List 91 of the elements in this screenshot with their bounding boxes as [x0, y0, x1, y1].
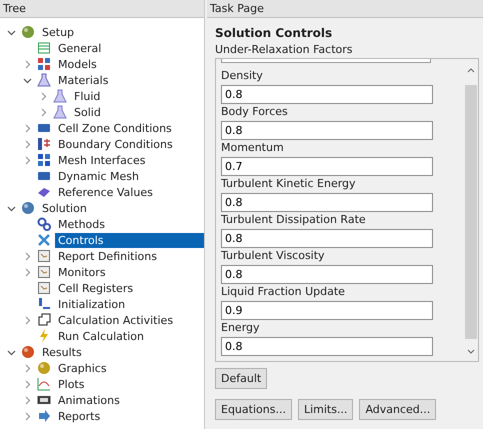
tree-item[interactable]: Solution [39, 200, 90, 216]
arrow-icon [37, 409, 51, 423]
tree-item[interactable]: Materials [55, 72, 112, 88]
collapsed-chevron-icon[interactable] [22, 156, 32, 164]
collapsed-chevron-icon[interactable] [22, 412, 32, 420]
tree-item[interactable]: Cell Registers [55, 280, 136, 296]
panel-header: Task Page [207, 0, 483, 18]
doc-icon [37, 281, 51, 295]
bolt-icon [37, 329, 51, 343]
tree-item[interactable]: Initialization [55, 296, 128, 312]
collapsed-chevron-icon[interactable] [22, 268, 32, 276]
grid-icon [37, 153, 51, 167]
tree-item[interactable]: Dynamic Mesh [55, 168, 142, 184]
tree-item[interactable]: Animations [55, 392, 123, 408]
field-label: Turbulent Dissipation Rate [221, 212, 367, 228]
collapsed-chevron-icon[interactable] [22, 60, 32, 68]
tree-item[interactable]: Boundary Conditions [55, 136, 176, 152]
collapsed-chevron-icon[interactable] [22, 140, 32, 148]
tree-item[interactable]: Graphics [55, 360, 110, 376]
field-label: Turbulent Kinetic Energy [221, 176, 357, 192]
tree-item[interactable]: General [55, 40, 104, 56]
field-label: Momentum [221, 140, 285, 156]
input-field[interactable]: 0.8 [221, 193, 433, 212]
globe-icon [21, 345, 35, 359]
input-field[interactable]: 0.8 [221, 265, 433, 284]
collapsed-chevron-icon[interactable] [38, 92, 48, 100]
expanded-chevron-icon[interactable] [6, 204, 16, 212]
list-icon [37, 41, 51, 55]
field-label: Density [221, 68, 264, 84]
tree-item[interactable]: Reports [55, 408, 104, 424]
doc-icon [37, 265, 51, 279]
tree-item[interactable]: Mesh Interfaces [55, 152, 148, 168]
field-label: Liquid Fraction Update [221, 284, 346, 300]
expanded-chevron-icon[interactable] [22, 76, 32, 84]
dialog-button[interactable]: Advanced... [359, 399, 436, 420]
curve-icon [37, 377, 51, 391]
tree-item[interactable]: Setup [39, 24, 78, 40]
frame-icon [37, 313, 51, 327]
collapsed-chevron-icon[interactable] [22, 396, 32, 404]
dialog-button[interactable]: Equations... [215, 399, 292, 420]
group-label: Under-Relaxation Factors [215, 43, 352, 56]
field-label: Body Forces [221, 104, 289, 120]
scroll-down-icon[interactable] [467, 349, 475, 355]
expanded-chevron-icon[interactable] [6, 28, 16, 36]
flask-icon [37, 73, 51, 87]
tree-item[interactable]: Controls [55, 232, 204, 248]
gears-icon [37, 217, 51, 231]
panel-header: Tree [0, 0, 204, 18]
expanded-chevron-icon[interactable] [6, 348, 16, 356]
tree-item[interactable]: Plots [55, 376, 88, 392]
input-field[interactable]: 0.8 [221, 121, 433, 140]
tree-item[interactable]: Run Calculation [55, 328, 147, 344]
input-field[interactable]: 0.8 [221, 337, 433, 356]
flask-icon [53, 89, 67, 103]
scroll-up-icon[interactable] [467, 67, 475, 73]
flask-icon [53, 105, 67, 119]
collapsed-chevron-icon[interactable] [38, 108, 48, 116]
tree-item[interactable]: Fluid [71, 88, 104, 104]
page-heading: Solution Controls [215, 26, 332, 40]
globe-icon [21, 201, 35, 215]
circle-icon [37, 361, 51, 375]
collapsed-chevron-icon[interactable] [22, 252, 32, 260]
box-icon [37, 121, 51, 135]
bars-icon [37, 137, 51, 151]
tree-item[interactable]: Calculation Activities [55, 312, 176, 328]
tree-item[interactable]: Report Definitions [55, 248, 160, 264]
gem-icon [37, 185, 51, 199]
box-icon [37, 169, 51, 183]
tree-item[interactable]: Reference Values [55, 184, 156, 200]
field-label: Turbulent Viscosity [221, 248, 326, 264]
collapsed-chevron-icon[interactable] [22, 380, 32, 388]
film-icon [37, 393, 51, 407]
tree-item[interactable]: Monitors [55, 264, 109, 280]
collapsed-chevron-icon[interactable] [22, 364, 32, 372]
input-field[interactable]: 0.9 [221, 301, 433, 320]
tree-item[interactable]: Cell Zone Conditions [55, 120, 175, 136]
collapsed-chevron-icon[interactable] [22, 124, 32, 132]
input-field[interactable]: 0.8 [221, 229, 433, 248]
tree-item[interactable]: Methods [55, 216, 108, 232]
tree-item[interactable]: Solid [71, 104, 104, 120]
dialog-button[interactable]: Limits... [298, 399, 354, 420]
input-field[interactable]: 0.8 [221, 85, 433, 104]
globe-icon [21, 25, 35, 39]
grid-icon [37, 57, 51, 71]
collapsed-chevron-icon[interactable] [22, 316, 32, 324]
tree-item[interactable]: Models [55, 56, 100, 72]
tree-item[interactable]: Results [39, 344, 85, 360]
input-field[interactable]: 0.7 [221, 157, 433, 176]
doc-icon [37, 249, 51, 263]
default-button[interactable]: Default [215, 368, 268, 389]
field-label: Energy [221, 320, 261, 336]
